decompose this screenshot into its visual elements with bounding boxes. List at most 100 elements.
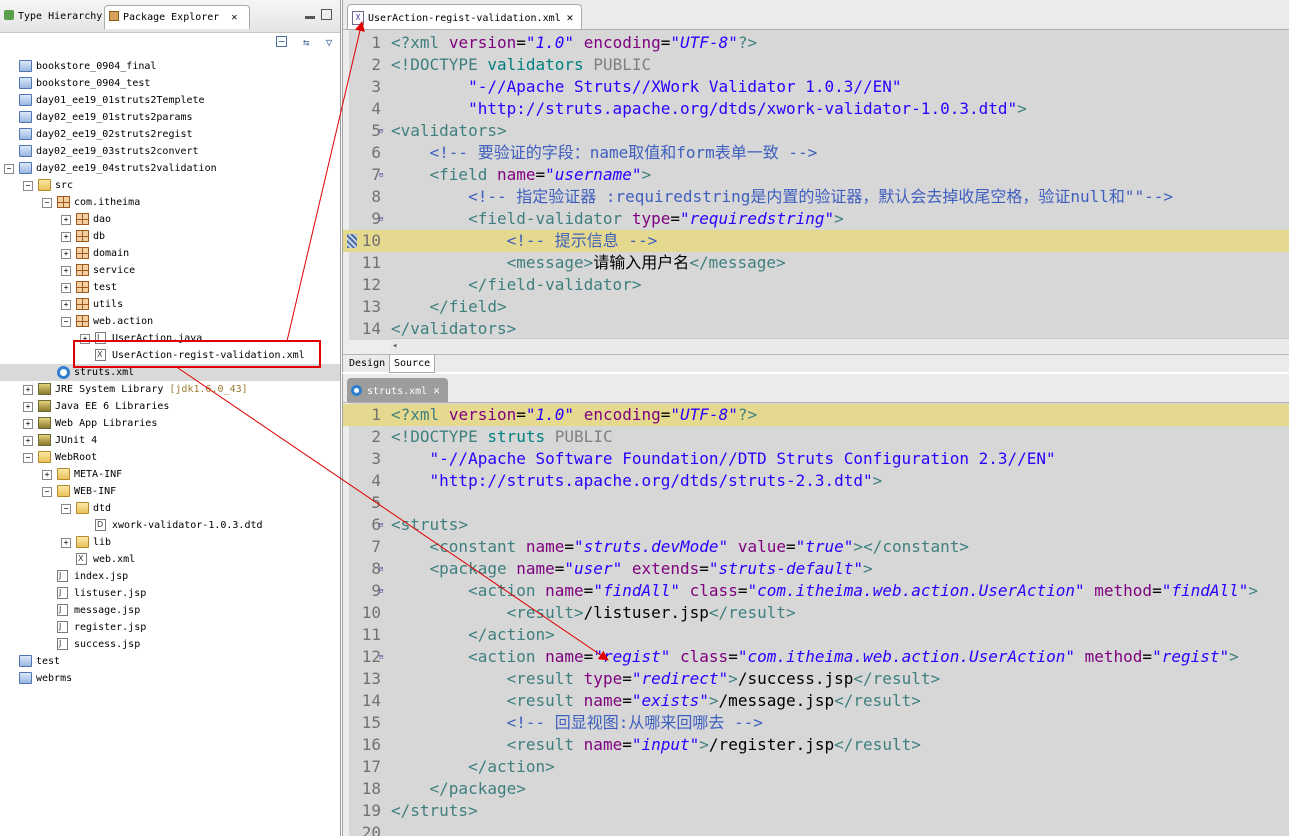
tree-item[interactable]: Jindex.jsp bbox=[0, 568, 340, 585]
tree-item[interactable]: − dtd bbox=[0, 500, 340, 517]
expand-toggle-icon[interactable]: + bbox=[23, 436, 33, 446]
tree-item[interactable]: + JRE System Library [jdk1.6.0_43] bbox=[0, 381, 340, 398]
tree-item[interactable]: + META-INF bbox=[0, 466, 340, 483]
tree-item[interactable]: − day02_ee19_04struts2validation bbox=[0, 160, 340, 177]
view-menu-button[interactable]: ▽ bbox=[321, 36, 337, 50]
fold-toggle-icon[interactable]: ⊟ bbox=[379, 128, 385, 135]
expand-toggle-icon[interactable]: + bbox=[61, 300, 71, 310]
collapse-toggle-icon[interactable]: − bbox=[23, 453, 33, 463]
tab-package-explorer[interactable]: Package Explorer ✕ bbox=[104, 5, 250, 29]
code-line[interactable]: 2 <!DOCTYPE validators PUBLIC bbox=[343, 54, 1289, 76]
tab-validation-xml[interactable]: X UserAction-regist-validation.xml ✕ bbox=[347, 4, 583, 29]
code-line[interactable]: 6 <!-- 要验证的字段：name取值和form表单一致 --> bbox=[343, 142, 1289, 164]
code-line[interactable]: 5 ⊟ <validators> bbox=[343, 120, 1289, 142]
code-line[interactable]: 13 <result type="redirect">/success.jsp<… bbox=[343, 668, 1289, 690]
code-line[interactable]: 20 bbox=[343, 822, 1289, 836]
code-line[interactable]: 14 <result name="exists">/message.jsp</r… bbox=[343, 690, 1289, 712]
fold-toggle-icon[interactable]: ⊟ bbox=[379, 588, 385, 595]
code-line[interactable]: 8 <!-- 指定验证器 :requiredstring是内置的验证器，默认会去… bbox=[343, 186, 1289, 208]
collapse-toggle-icon[interactable]: − bbox=[23, 181, 33, 191]
tree-item[interactable]: day02_ee19_02struts2regist bbox=[0, 126, 340, 143]
tree-item[interactable]: Jmessage.jsp bbox=[0, 602, 340, 619]
collapse-toggle-icon[interactable]: − bbox=[61, 504, 71, 514]
tree-item[interactable]: Xweb.xml bbox=[0, 551, 340, 568]
tree-item[interactable]: Dxwork-validator-1.0.3.dtd bbox=[0, 517, 340, 534]
tree-item[interactable]: day01_ee19_01struts2Templete bbox=[0, 92, 340, 109]
expand-toggle-icon[interactable]: + bbox=[23, 385, 33, 395]
code-line[interactable]: 7 ⊟ <field name="username"> bbox=[343, 164, 1289, 186]
expand-toggle-icon[interactable]: + bbox=[23, 419, 33, 429]
code-line[interactable]: 17 </action> bbox=[343, 756, 1289, 778]
expand-toggle-icon[interactable]: + bbox=[61, 266, 71, 276]
minimize-button[interactable] bbox=[305, 16, 315, 19]
code-line[interactable]: 10 <!-- 提示信息 --> bbox=[343, 230, 1289, 252]
code-line[interactable]: 15 <!-- 回显视图:从哪来回哪去 --> bbox=[343, 712, 1289, 734]
expand-toggle-icon[interactable]: + bbox=[61, 215, 71, 225]
tab-source[interactable]: Source bbox=[389, 355, 436, 373]
tree-item[interactable]: − src bbox=[0, 177, 340, 194]
code-line[interactable]: 9 ⊟ <action name="findAll" class="com.ith… bbox=[343, 580, 1289, 602]
close-icon[interactable]: ✕ bbox=[567, 11, 574, 24]
tree-item[interactable]: bookstore_0904_final bbox=[0, 58, 340, 75]
tree-item[interactable]: − com.itheima bbox=[0, 194, 340, 211]
tree-item[interactable]: + db bbox=[0, 228, 340, 245]
code-line[interactable]: 19 </struts> bbox=[343, 800, 1289, 822]
expand-toggle-icon[interactable]: + bbox=[61, 283, 71, 293]
fold-toggle-icon[interactable]: ⊟ bbox=[379, 522, 385, 529]
code-line[interactable]: 1 <?xml version="1.0" encoding="UTF-8"?> bbox=[343, 404, 1289, 426]
tree-item[interactable]: + Java EE 6 Libraries bbox=[0, 398, 340, 415]
fold-toggle-icon[interactable]: ⊟ bbox=[379, 172, 385, 179]
collapse-all-button[interactable]: − bbox=[276, 36, 287, 47]
tree-item[interactable]: + service bbox=[0, 262, 340, 279]
expand-toggle-icon[interactable]: + bbox=[61, 232, 71, 242]
code-line[interactable]: 1 <?xml version="1.0" encoding="UTF-8"?> bbox=[343, 32, 1289, 54]
close-icon[interactable]: ✕ bbox=[433, 384, 440, 397]
close-icon[interactable]: ✕ bbox=[231, 12, 237, 23]
tree-item[interactable]: + domain bbox=[0, 245, 340, 262]
tab-type-hierarchy[interactable]: Type Hierarchy bbox=[0, 5, 103, 29]
tree-item[interactable]: + lib bbox=[0, 534, 340, 551]
tree-item[interactable]: + JUnit 4 bbox=[0, 432, 340, 449]
code-line[interactable]: 11 <message>请输入用户名</message> bbox=[343, 252, 1289, 274]
code-line[interactable]: 7 <constant name="struts.devMode" value=… bbox=[343, 536, 1289, 558]
tree-item[interactable]: bookstore_0904_test bbox=[0, 75, 340, 92]
link-with-editor-button[interactable]: ⇆ bbox=[298, 36, 314, 50]
code-line[interactable]: 6 ⊟ <struts> bbox=[343, 514, 1289, 536]
tree-item[interactable]: day02_ee19_03struts2convert bbox=[0, 143, 340, 160]
tree-item[interactable]: + dao bbox=[0, 211, 340, 228]
code-line[interactable]: 4 "http://struts.apache.org/dtds/struts-… bbox=[343, 470, 1289, 492]
tree-item[interactable]: webrms bbox=[0, 670, 340, 687]
tree-item[interactable]: − WebRoot bbox=[0, 449, 340, 466]
code-line[interactable]: 14 </validators> bbox=[343, 318, 1289, 340]
tree-item[interactable]: − WEB-INF bbox=[0, 483, 340, 500]
tree-item[interactable]: − web.action bbox=[0, 313, 340, 330]
collapse-toggle-icon[interactable]: − bbox=[61, 317, 71, 327]
collapse-toggle-icon[interactable]: − bbox=[42, 487, 52, 497]
expand-toggle-icon[interactable]: + bbox=[61, 538, 71, 548]
collapse-toggle-icon[interactable]: − bbox=[4, 164, 14, 174]
code-line[interactable]: 5 bbox=[343, 492, 1289, 514]
code-line[interactable]: 4 "http://struts.apache.org/dtds/xwork-v… bbox=[343, 98, 1289, 120]
tab-struts-xml[interactable]: struts.xml ✕ bbox=[347, 378, 448, 402]
fold-toggle-icon[interactable]: ⊟ bbox=[379, 216, 385, 223]
scroll-left-icon[interactable]: ◂ bbox=[392, 339, 397, 353]
expand-toggle-icon[interactable]: + bbox=[61, 249, 71, 259]
tree-item[interactable]: Jsuccess.jsp bbox=[0, 636, 340, 653]
tree-item[interactable]: + utils bbox=[0, 296, 340, 313]
code-editor[interactable]: 1 <?xml version="1.0" encoding="UTF-8"?> 2… bbox=[343, 403, 1289, 836]
expand-toggle-icon[interactable]: + bbox=[23, 402, 33, 412]
expand-toggle-icon[interactable]: + bbox=[42, 470, 52, 480]
code-line[interactable]: 3 "-//Apache Software Foundation//DTD St… bbox=[343, 448, 1289, 470]
tree-item[interactable]: Jregister.jsp bbox=[0, 619, 340, 636]
code-line[interactable]: 10 <result>/listuser.jsp</result> bbox=[343, 602, 1289, 624]
code-line[interactable]: 12 </field-validator> bbox=[343, 274, 1289, 296]
code-line[interactable]: 8 ⊟ <package name="user" extends="struts-… bbox=[343, 558, 1289, 580]
horizontal-scrollbar[interactable]: ◂ bbox=[390, 338, 1289, 353]
tree-item[interactable]: test bbox=[0, 653, 340, 670]
code-line[interactable]: 3 "-//Apache Struts//XWork Validator 1.0… bbox=[343, 76, 1289, 98]
tree-item[interactable]: + Web App Libraries bbox=[0, 415, 340, 432]
fold-toggle-icon[interactable]: ⊟ bbox=[379, 566, 385, 573]
code-line[interactable]: 16 <result name="input">/register.jsp</r… bbox=[343, 734, 1289, 756]
code-line[interactable]: 11 </action> bbox=[343, 624, 1289, 646]
bookmark-marker-icon[interactable] bbox=[347, 234, 357, 248]
